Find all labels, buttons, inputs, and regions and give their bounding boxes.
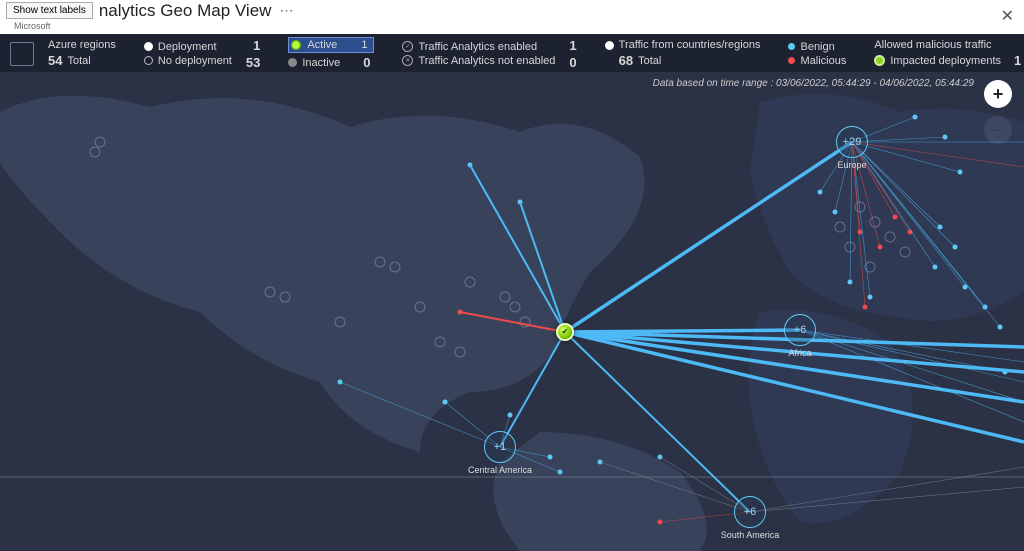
ta-enabled-count: 1	[569, 38, 576, 53]
azure-regions-label: Azure regions	[48, 39, 116, 51]
cross-icon: ✕	[402, 55, 413, 66]
cluster-europe-label: Europe	[837, 160, 866, 170]
origin-deployment-marker[interactable]	[556, 323, 574, 341]
dot-icon	[605, 41, 614, 50]
window-subtitle: Microsoft	[14, 21, 51, 31]
azure-regions-count: 54	[48, 53, 62, 68]
active-filter-pill[interactable]: Active1	[288, 37, 374, 53]
deployment-dot-icon	[144, 42, 153, 51]
cluster-south-america-label: South America	[721, 530, 780, 540]
inactive-dot-icon	[288, 58, 297, 67]
malicious-label: Malicious	[800, 55, 846, 67]
check-icon: ✓	[402, 41, 413, 52]
ta-not-enabled-count: 0	[569, 55, 576, 70]
inactive-label: Inactive	[302, 57, 340, 69]
cluster-africa[interactable]: +6	[784, 314, 816, 346]
impacted-label: Impacted deployments	[890, 55, 1001, 67]
map-svg	[0, 72, 1024, 551]
cluster-europe[interactable]: +29	[836, 126, 868, 158]
cluster-central-america[interactable]: +1	[484, 431, 516, 463]
malicious-dot-icon	[788, 57, 795, 64]
no-deployment-ring-icon	[144, 56, 153, 65]
stats-toolbar: Azure regions 54 Total Deployment No dep…	[0, 34, 1024, 74]
impacted-dot-icon	[874, 55, 885, 66]
app-icon	[10, 42, 34, 66]
deployment-label: Deployment	[158, 41, 217, 53]
cluster-central-america-label: Central America	[468, 465, 532, 475]
allowed-malicious-label: Allowed malicious traffic	[874, 39, 991, 51]
impacted-count: 1	[1014, 53, 1021, 68]
close-icon[interactable]: ✕	[1001, 6, 1014, 26]
ta-enabled-label: Traffic Analytics enabled	[418, 41, 537, 53]
no-deployment-label: No deployment	[158, 55, 232, 67]
window-title: nalytics Geo Map View	[99, 1, 272, 21]
benign-label: Benign	[800, 41, 834, 53]
deployment-count: 1	[253, 38, 260, 53]
cluster-south-america[interactable]: +6	[734, 496, 766, 528]
benign-dot-icon	[788, 43, 795, 50]
inactive-count: 0	[363, 55, 370, 70]
traffic-count: 68	[619, 53, 633, 68]
no-deployment-count: 53	[246, 55, 260, 70]
active-dot-icon	[291, 40, 301, 50]
cluster-africa-label: Africa	[788, 348, 811, 358]
show-text-labels-button[interactable]: Show text labels	[6, 2, 93, 19]
geo-map[interactable]: Data based on time range : 03/06/2022, 0…	[0, 72, 1024, 551]
traffic-from-label: Traffic from countries/regions	[619, 39, 761, 51]
more-icon[interactable]: ⋯	[279, 2, 294, 19]
ta-not-enabled-label: Traffic Analytics not enabled	[418, 55, 555, 67]
title-bar: Show text labels nalytics Geo Map View ⋯…	[0, 0, 1024, 34]
